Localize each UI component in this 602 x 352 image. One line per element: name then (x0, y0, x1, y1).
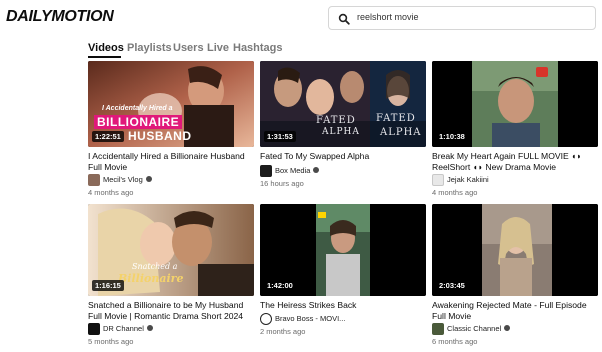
video-thumbnail[interactable]: 1:10:38 (432, 61, 598, 147)
channel-row[interactable]: Mecil's Vlog (88, 174, 254, 186)
verified-icon (146, 325, 153, 331)
tab-playlists[interactable]: Playlists (127, 42, 172, 54)
channel-avatar[interactable] (260, 165, 272, 177)
channel-avatar[interactable] (88, 323, 100, 335)
search-input[interactable]: reelshort movie (357, 12, 419, 22)
video-duration: 1:31:53 (264, 131, 296, 142)
search-bar[interactable]: reelshort movie (328, 6, 596, 30)
video-thumbnail[interactable]: FATED ALPHA FATED ALPHA 1:31:53 (260, 61, 426, 147)
active-tab-indicator (88, 56, 121, 58)
thumb-caption-alpha-right: ALPHA (380, 127, 422, 138)
dailymotion-logo[interactable]: DAILYMOTION (6, 8, 114, 26)
channel-name[interactable]: Mecil's Vlog (103, 175, 143, 184)
channel-avatar[interactable] (88, 174, 100, 186)
channel-name[interactable]: DR Channel (103, 324, 144, 333)
thumb-caption-line3: HUSBAND (128, 129, 192, 143)
verified-icon (313, 167, 320, 173)
video-duration: 1:10:38 (436, 131, 468, 142)
verified-icon (145, 176, 152, 182)
thumb-caption-line1: Snatched a (132, 262, 178, 271)
channel-row[interactable]: DR Channel (88, 323, 254, 335)
tab-videos[interactable]: Videos (88, 42, 124, 54)
channel-row[interactable]: Box Media (260, 165, 426, 177)
video-title[interactable]: I Accidentally Hired a Billionaire Husba… (88, 151, 254, 173)
video-title[interactable]: Awakening Rejected Mate - Full Episode F… (432, 300, 598, 322)
thumb-caption-line1: I Accidentally Hired a (102, 105, 173, 112)
channel-row[interactable]: Classic Channel (432, 323, 598, 335)
channel-name[interactable]: Jejak Kakiini (447, 175, 489, 184)
video-title[interactable]: Snatched a Billionaire to be My Husband … (88, 300, 254, 322)
thumb-caption-line2: Billionaire (118, 272, 184, 285)
thumb-caption-alpha-left: ALPHA (322, 127, 360, 137)
tab-hashtags[interactable]: Hashtags (233, 42, 283, 54)
channel-row[interactable]: Jejak Kakiini (432, 174, 598, 186)
upload-age: 5 months ago (88, 337, 134, 346)
search-icon[interactable] (338, 13, 350, 25)
tab-live[interactable]: Live (207, 42, 229, 54)
upload-age: 4 months ago (432, 188, 478, 197)
channel-avatar[interactable] (432, 174, 444, 186)
channel-name[interactable]: Bravo Boss - MOVI... (275, 314, 345, 323)
thumb-caption-fated-left: FATED (316, 115, 356, 126)
thumb-caption-fated-right: FATED (376, 113, 416, 124)
video-duration: 2:03:45 (436, 280, 468, 291)
upload-age: 16 hours ago (260, 179, 304, 188)
video-thumbnail[interactable]: 2:03:45 (432, 204, 598, 296)
channel-row[interactable]: Bravo Boss - MOVI... (260, 313, 426, 325)
video-title[interactable]: The Heiress Strikes Back (260, 300, 426, 311)
upload-age: 4 months ago (88, 188, 134, 197)
video-duration: 1:16:15 (92, 280, 124, 291)
upload-age: 2 months ago (260, 327, 306, 336)
top-bar: DAILYMOTION reelshort movie (0, 0, 602, 36)
video-title[interactable]: Break My Heart Again FULL MOVIE ◖◗ ReelS… (432, 151, 598, 173)
channel-name[interactable]: Box Media (275, 166, 310, 175)
channel-avatar[interactable] (260, 313, 272, 325)
video-duration: 1:22:51 (92, 131, 124, 142)
video-duration: 1:42:00 (264, 280, 296, 291)
upload-age: 6 months ago (432, 337, 478, 346)
video-thumbnail[interactable]: Snatched a Billionaire 1:16:15 (88, 204, 254, 296)
channel-name[interactable]: Classic Channel (447, 324, 501, 333)
video-title[interactable]: Fated To My Swapped Alpha (260, 151, 426, 162)
video-thumbnail[interactable]: 1:42:00 (260, 204, 426, 296)
thumb-caption-line2: BILLIONAIRE (94, 115, 183, 129)
video-thumbnail[interactable]: I Accidentally Hired a BILLIONAIRE HUSBA… (88, 61, 254, 147)
tab-users[interactable]: Users (173, 42, 204, 54)
channel-avatar[interactable] (432, 323, 444, 335)
verified-icon (504, 325, 511, 331)
